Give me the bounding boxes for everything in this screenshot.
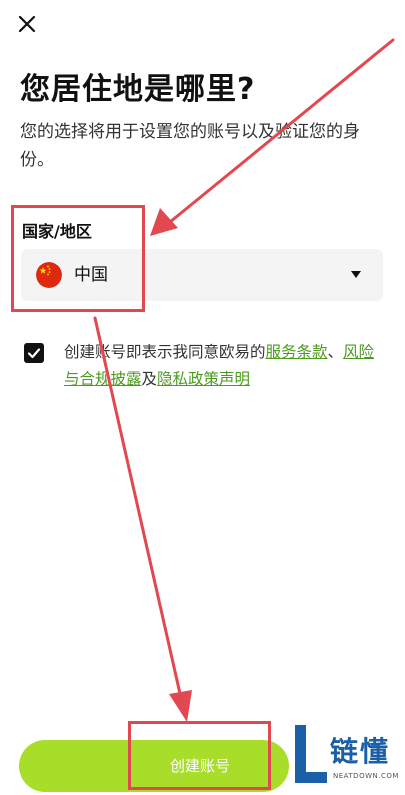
checkmark-icon	[27, 348, 41, 359]
country-select[interactable]: 中国	[21, 249, 383, 301]
consent-separator: 、	[327, 343, 344, 361]
terms-of-service-link[interactable]: 服务条款	[266, 343, 328, 361]
consent-text: 创建账号即表示我同意欧易的服务条款、风险与合规披露及隐私政策声明	[64, 339, 384, 393]
create-account-label: 创建账号	[170, 757, 231, 775]
consent-checkbox[interactable]	[24, 343, 44, 363]
caret-down-icon	[351, 271, 361, 278]
page-subtitle: 您的选择将用于设置您的账号以及验证您的身份。	[20, 122, 360, 170]
consent-text-before: 创建账号即表示我同意欧易的	[64, 343, 266, 361]
close-icon[interactable]	[15, 12, 39, 36]
watermark-url: NEATDOWN.COM	[333, 772, 399, 780]
selected-country: 中国	[74, 265, 108, 285]
watermark-logo: 链懂 NEATDOWN.COM	[293, 720, 405, 795]
create-account-button[interactable]: 创建账号	[19, 740, 289, 792]
consent-and: 及	[141, 370, 158, 388]
china-flag-icon	[36, 262, 62, 288]
page-title: 您居住地是哪里?	[20, 72, 256, 107]
country-field-label: 国家/地区	[22, 222, 92, 241]
watermark-l-icon	[295, 725, 327, 783]
watermark-text: 链懂	[330, 735, 391, 768]
privacy-policy-link[interactable]: 隐私政策声明	[157, 370, 250, 388]
